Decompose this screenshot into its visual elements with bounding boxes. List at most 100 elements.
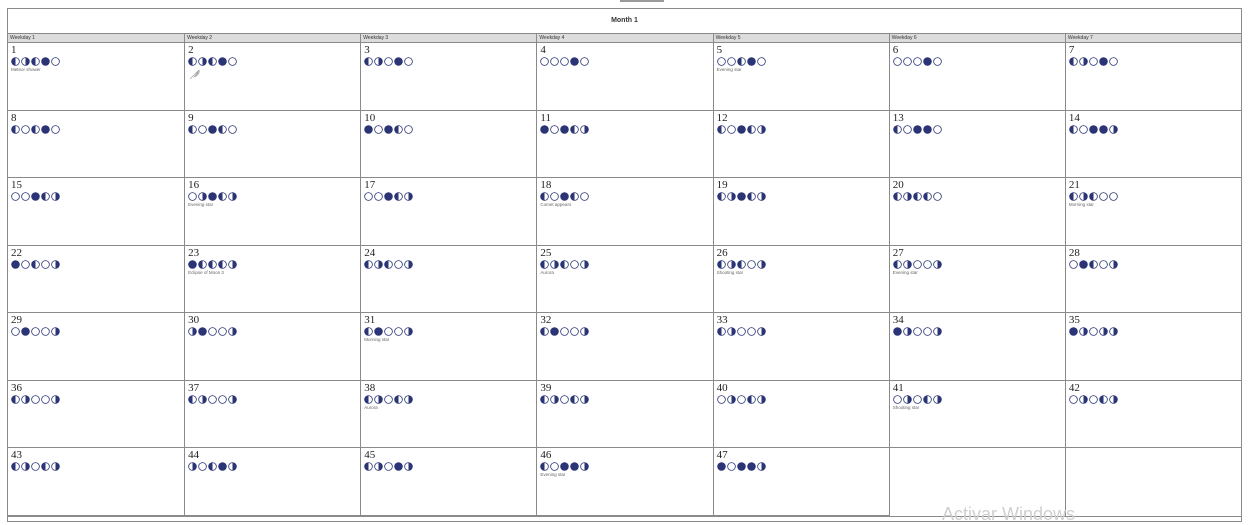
new-moon-icon — [570, 259, 580, 269]
waxing-moon-icon — [188, 57, 197, 66]
waxing-moon-icon — [384, 259, 394, 269]
waxing-moon-icon — [208, 259, 217, 269]
full-moon-icon — [41, 57, 50, 66]
day-cell[interactable]: 39 — [536, 380, 713, 448]
full-moon-icon — [716, 462, 726, 471]
day-cell[interactable]: 19 — [712, 178, 889, 246]
new-moon-icon — [736, 327, 746, 336]
waning-moon-icon — [902, 192, 912, 201]
month-title: Month 1 — [8, 9, 1241, 34]
new-moon-icon — [374, 124, 384, 134]
day-event-label: Morning star — [1068, 202, 1094, 207]
day-cell[interactable]: 2 — [184, 43, 361, 111]
day-cell[interactable]: 37 — [184, 380, 361, 448]
waning-moon-icon — [726, 259, 736, 269]
day-number: 16 — [188, 179, 200, 191]
day-cell[interactable]: 43 — [8, 448, 185, 516]
day-cell[interactable]: 44 — [184, 448, 361, 516]
moon-phases — [540, 57, 709, 66]
new-moon-icon — [218, 327, 227, 336]
waxing-moon-icon — [540, 327, 550, 336]
full-moon-icon — [41, 124, 50, 134]
day-cell[interactable]: 41 Shooting star — [888, 380, 1065, 448]
day-cell[interactable]: 1 Meteor shower — [8, 43, 185, 111]
day-cell[interactable]: 26 Shooting star — [712, 245, 889, 313]
day-event-label: Aurora — [540, 269, 554, 275]
day-cell[interactable]: 46 Evening star — [536, 448, 713, 516]
day-cell[interactable]: 5 Evening star — [712, 43, 889, 111]
day-number: 7 — [1068, 44, 1075, 56]
waning-moon-icon — [188, 327, 197, 336]
day-cell[interactable]: 24 — [360, 245, 537, 313]
waning-moon-icon — [726, 327, 736, 336]
day-cell[interactable]: 20 — [888, 178, 1065, 246]
day-cell[interactable]: 35 — [1064, 313, 1241, 381]
waxing-moon-icon — [716, 124, 726, 134]
day-cell[interactable]: 38 Aurora — [360, 380, 537, 448]
waning-moon-icon — [932, 327, 942, 336]
day-cell[interactable]: 21 Morning star — [1064, 178, 1241, 246]
day-cell[interactable]: 13 — [888, 110, 1065, 178]
day-cell[interactable]: 31 Morning star — [360, 313, 537, 381]
day-cell[interactable]: 11 — [536, 110, 713, 178]
day-cell[interactable]: 47 — [712, 448, 889, 516]
day-cell[interactable]: 30 — [184, 313, 361, 381]
moon-phases — [716, 394, 886, 404]
day-cell[interactable]: 33 — [712, 313, 889, 381]
full-moon-icon — [540, 124, 550, 134]
day-cell[interactable]: 14 — [1064, 110, 1241, 178]
day-cell[interactable]: 16 Evening star — [184, 178, 361, 246]
day-cell[interactable]: 42 — [1064, 380, 1241, 448]
waning-moon-icon — [580, 124, 590, 134]
day-cell[interactable]: 17 — [360, 178, 537, 246]
day-cell[interactable]: 34 — [888, 313, 1065, 381]
moon-phases — [1069, 192, 1238, 201]
day-number: 12 — [716, 111, 728, 124]
day-cell[interactable]: 12 — [712, 110, 889, 178]
day-cell[interactable]: 18 Comet appears — [536, 178, 713, 246]
waning-moon-icon — [198, 192, 207, 201]
day-cell[interactable]: 32 — [536, 313, 713, 381]
day-cell[interactable]: 15 — [8, 178, 185, 246]
day-cell[interactable]: 23 Eclipse of Moon 3 — [184, 245, 361, 313]
day-cell[interactable]: 22 — [8, 246, 185, 313]
waning-moon-icon — [228, 192, 237, 201]
new-moon-icon — [41, 327, 50, 336]
day-cell[interactable]: 36 — [8, 381, 185, 448]
waning-moon-icon — [51, 462, 60, 471]
new-moon-icon — [892, 394, 902, 404]
day-cell[interactable]: 8 — [8, 111, 185, 178]
new-moon-icon — [550, 462, 560, 471]
waxing-moon-icon — [892, 259, 902, 269]
day-cell[interactable]: 45 — [360, 448, 537, 516]
new-moon-icon — [726, 57, 736, 66]
waning-moon-icon — [580, 327, 590, 336]
moon-phases — [188, 259, 357, 269]
day-cell[interactable]: 9 — [184, 110, 361, 178]
day-cell[interactable]: 40 — [712, 380, 889, 448]
new-moon-icon — [560, 394, 570, 404]
full-moon-icon — [736, 462, 746, 471]
waxing-moon-icon — [922, 394, 932, 404]
day-number: 27 — [892, 246, 904, 259]
waxing-moon-icon — [364, 462, 374, 471]
day-cell[interactable]: 28 — [1064, 245, 1241, 313]
day-cell[interactable]: 25 Aurora — [536, 245, 713, 313]
day-cell[interactable]: 6 — [888, 43, 1065, 111]
day-number: 11 — [540, 111, 552, 124]
day-cell[interactable]: 29 — [8, 313, 185, 381]
day-cell[interactable]: 4 — [536, 43, 713, 111]
day-cell[interactable]: 27 Evening star — [888, 245, 1065, 313]
day-cell[interactable]: 7 — [1064, 43, 1241, 111]
waning-moon-icon — [1109, 124, 1118, 134]
waxing-moon-icon — [540, 462, 550, 471]
new-moon-icon — [922, 327, 932, 336]
new-moon-icon — [31, 394, 40, 404]
day-cell[interactable]: 10 — [360, 110, 537, 178]
new-moon-icon — [922, 259, 932, 269]
waning-moon-icon — [756, 124, 766, 134]
day-cell[interactable]: 3 — [360, 43, 537, 111]
waxing-moon-icon — [394, 192, 404, 201]
full-moon-icon — [384, 192, 394, 201]
waxing-moon-icon — [31, 57, 40, 66]
